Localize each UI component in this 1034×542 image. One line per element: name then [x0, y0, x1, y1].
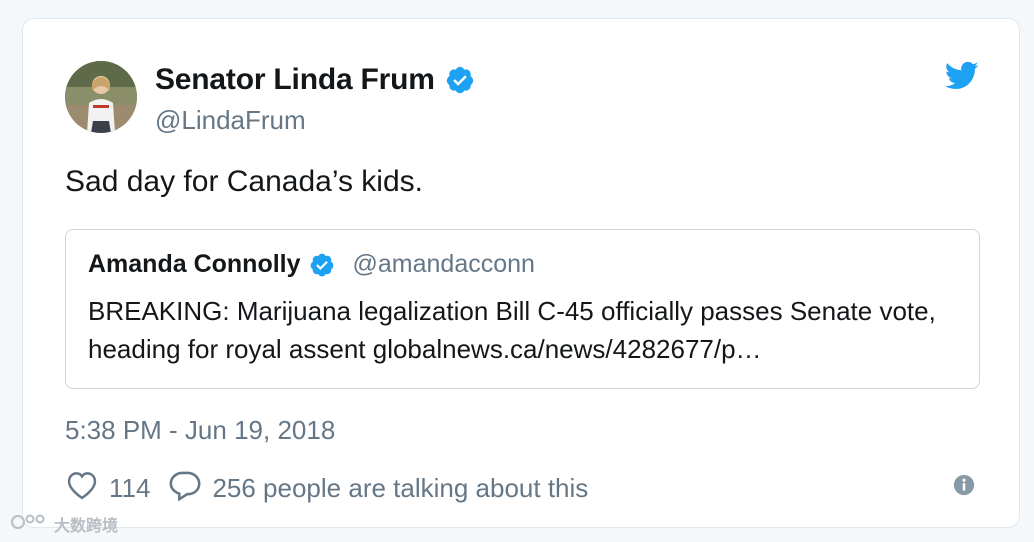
heart-icon [65, 470, 99, 507]
watermark-text: 大数跨境 [54, 518, 119, 535]
conversation-count: 256 people are talking about this [212, 473, 589, 503]
author-avatar[interactable] [65, 61, 137, 133]
author-name[interactable]: Senator Linda Frum [155, 63, 435, 97]
quoted-tweet-text: BREAKING: Marijuana legalization Bill C-… [88, 296, 936, 364]
author-name-row: Senator Linda Frum [155, 63, 475, 97]
quoted-tweet-header: Amanda Connolly @amandacconn [88, 250, 535, 279]
quoted-author-name[interactable]: Amanda Connolly [88, 250, 301, 279]
watermark: 大数跨境 [6, 512, 118, 536]
tweet-text: Sad day for Canada’s kids. [65, 165, 423, 198]
conversation-link[interactable]: 256 people are talking about this [168, 469, 588, 508]
watermark-logo [10, 513, 50, 536]
twitter-bird-icon[interactable] [945, 61, 979, 96]
info-icon[interactable] [953, 474, 975, 501]
like-button[interactable]: 114 [65, 470, 150, 507]
quoted-author-handle[interactable]: @amandacconn [353, 250, 535, 279]
quoted-tweet[interactable]: Amanda Connolly @amandacconn BREAKING: M… [65, 229, 980, 389]
tweet-timestamp[interactable]: 5:38 PM - Jun 19, 2018 [65, 415, 335, 446]
author-handle[interactable]: @LindaFrum [155, 105, 306, 136]
tweet-actions: 114 256 people are talking about this [65, 469, 588, 508]
verified-badge-icon [445, 65, 475, 95]
like-count: 114 [109, 473, 151, 503]
verified-badge-icon [309, 252, 335, 278]
tweet-card: Senator Linda Frum @LindaFrum Sad day fo… [22, 18, 1020, 528]
speech-bubble-icon [168, 469, 202, 508]
